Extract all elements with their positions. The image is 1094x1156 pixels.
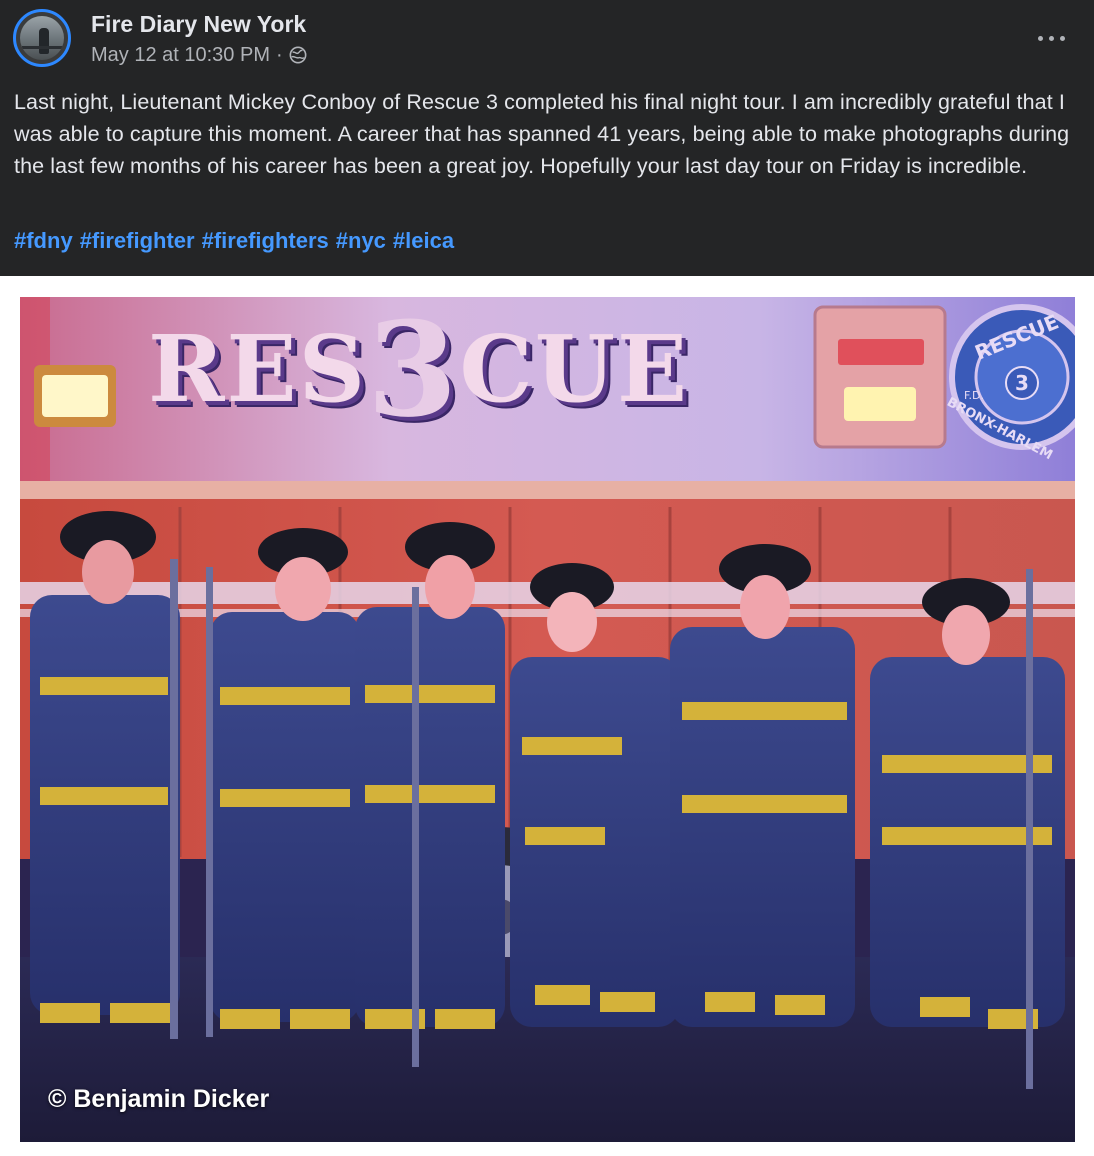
- globe-icon[interactable]: [289, 46, 307, 64]
- more-options-icon[interactable]: [1036, 28, 1070, 48]
- post-meta: May 12 at 10:30 PM ·: [91, 42, 307, 68]
- hashtag-link[interactable]: #firefighters: [202, 228, 329, 253]
- hashtag-link[interactable]: #leica: [393, 228, 454, 253]
- badge-number: 3: [1015, 371, 1029, 395]
- post-timestamp[interactable]: May 12 at 10:30 PM: [91, 42, 270, 68]
- hashtag-list: #fdny #firefighter #firefighters #nyc #leica: [14, 225, 461, 257]
- photo-credit: © Benjamin Dicker: [48, 1085, 270, 1113]
- post-photo[interactable]: 3 RESCUE F.D. BRONX-HARLEM RES3CUE © Ben…: [20, 297, 1075, 1142]
- page-name-link[interactable]: Fire Diary New York: [91, 10, 306, 38]
- hashtag-link[interactable]: #firefighter: [80, 228, 195, 253]
- hashtag-link[interactable]: #fdny: [14, 228, 73, 253]
- badge-side-text: F.D.: [964, 389, 984, 402]
- page-avatar[interactable]: [13, 9, 71, 67]
- post-header: Fire Diary New York May 12 at 10:30 PM ·…: [0, 0, 1094, 276]
- hashtag-link[interactable]: #nyc: [336, 228, 386, 253]
- truck-lettering: RES3CUE: [148, 297, 690, 446]
- meta-separator: ·: [275, 44, 283, 66]
- post-body-text: Last night, Lieutenant Mickey Conboy of …: [14, 90, 1070, 178]
- photo-scene: 3 RESCUE F.D. BRONX-HARLEM: [20, 297, 1075, 1142]
